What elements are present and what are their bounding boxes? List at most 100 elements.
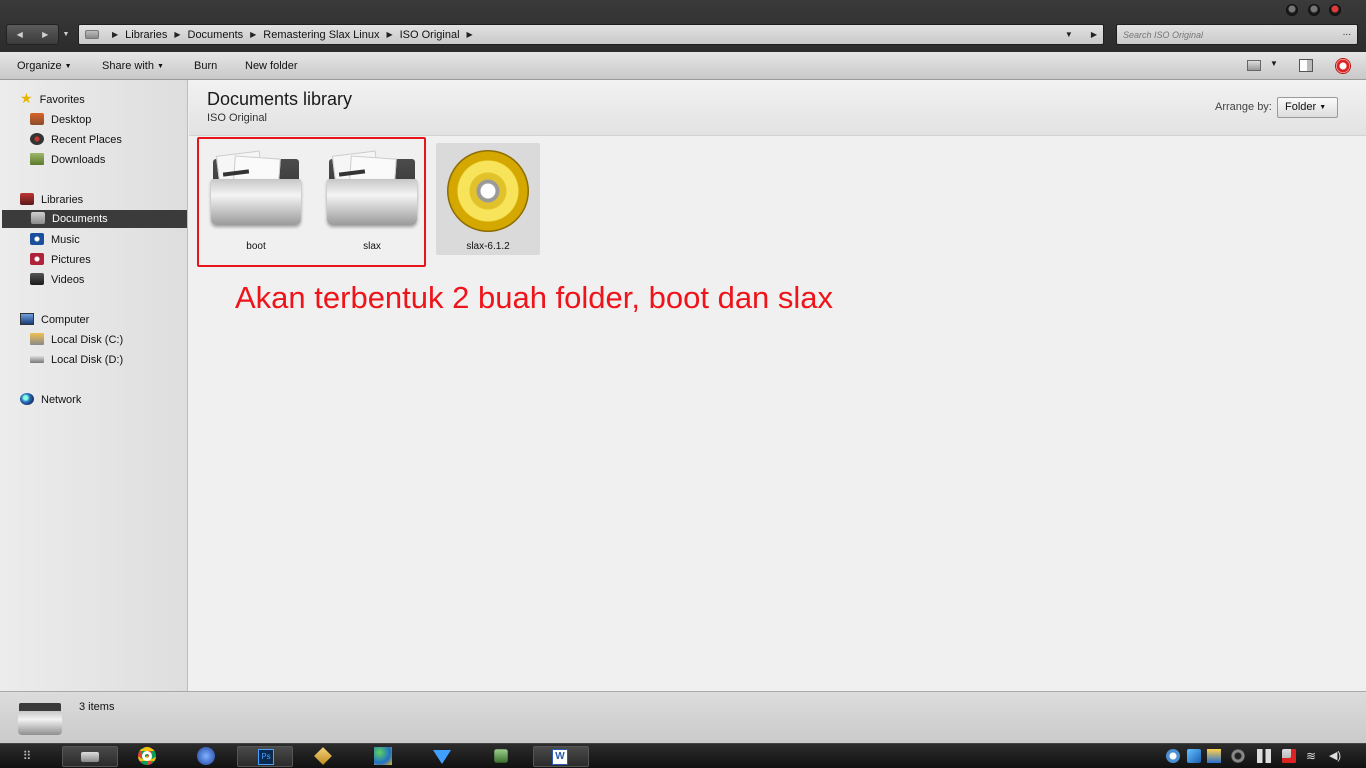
pictures-icon — [30, 253, 44, 265]
drive-icon — [85, 30, 99, 39]
arrange-by-value: Folder — [1285, 101, 1317, 113]
sidebar-item-documents[interactable]: Documents — [2, 210, 187, 228]
sidebar-item-recent-places[interactable]: Recent Places — [30, 131, 122, 149]
breadcrumb-arrow-icon[interactable]: ▶ — [174, 30, 180, 39]
wifi-icon[interactable]: ≋ — [1304, 749, 1318, 763]
sidebar-item-videos[interactable]: Videos — [30, 271, 84, 289]
share-with-button[interactable]: Share with ▼ — [102, 60, 164, 72]
breadcrumb-libraries[interactable]: Libraries — [125, 29, 167, 41]
sidebar-item-local-disk-c[interactable]: Local Disk (C:) — [30, 331, 123, 349]
annotation-highlight-box — [197, 137, 426, 267]
address-dropdown-icon[interactable]: ▼ — [1065, 30, 1073, 39]
taskbar-photoshop[interactable]: Ps — [237, 746, 293, 767]
recent-pages-dropdown-icon[interactable]: ▼ — [61, 24, 71, 45]
arrange-by-dropdown[interactable]: Folder ▼ — [1277, 97, 1338, 118]
chevron-down-icon: ▼ — [1319, 104, 1327, 111]
file-item-slax-iso[interactable]: slax-6.1.2 — [436, 143, 540, 255]
volume-icon[interactable]: ◀) — [1328, 749, 1342, 763]
sidebar-label: Local Disk (D:) — [51, 354, 124, 366]
sidebar-label: Network — [41, 394, 82, 406]
tray-webcam-icon[interactable] — [1231, 749, 1245, 763]
desktop-icon — [30, 113, 44, 125]
new-folder-button[interactable]: New folder — [245, 60, 298, 72]
sidebar-item-computer[interactable]: Computer — [20, 311, 89, 329]
chrome-icon[interactable] — [138, 747, 156, 765]
burn-button[interactable]: Burn — [194, 60, 217, 72]
sidebar-item-libraries[interactable]: Libraries — [20, 191, 83, 209]
sidebar-item-downloads[interactable]: Downloads — [30, 151, 105, 169]
search-input[interactable] — [1117, 25, 1317, 44]
taskbar-word[interactable]: W — [533, 746, 589, 767]
hard-disk-icon — [30, 333, 44, 345]
tray-flag-icon[interactable] — [1282, 749, 1296, 763]
item-count: 3 items — [79, 701, 115, 713]
music-icon — [30, 233, 44, 245]
folder-icon — [18, 701, 62, 735]
search-box[interactable]: ... — [1116, 24, 1358, 45]
paint-icon[interactable] — [374, 747, 392, 765]
sidebar-label: Videos — [51, 274, 85, 286]
breadcrumb-arrow-icon[interactable]: ▶ — [467, 30, 473, 39]
page-title: Documents library — [207, 89, 353, 109]
app-icon[interactable] — [314, 747, 332, 765]
maximize-button[interactable] — [1308, 4, 1320, 16]
help-icon[interactable] — [1335, 58, 1351, 74]
chevron-down-icon: ▼ — [156, 63, 164, 70]
arrange-by-label: Arrange by: — [1215, 101, 1272, 113]
sidebar-item-local-disk-d[interactable]: Local Disk (D:) — [30, 351, 123, 369]
back-arrow-icon[interactable]: ◀ — [7, 25, 33, 44]
close-button[interactable] — [1329, 4, 1341, 16]
sidebar-item-favorites[interactable]: ★ Favorites — [20, 91, 85, 109]
organize-label: Organize — [17, 60, 62, 72]
sidebar-label: Computer — [41, 314, 90, 326]
videos-icon — [30, 273, 44, 285]
navigation-pane: ★ Favorites Desktop Recent Places Downloa… — [0, 80, 188, 691]
sidebar-label: Recent Places — [51, 134, 122, 146]
sidebar-label: Favorites — [39, 94, 85, 106]
command-bar: Organize ▼ Share with ▼ Burn New folder ▼ — [0, 52, 1366, 80]
computer-icon — [20, 313, 34, 325]
tray-device-icon[interactable] — [1257, 749, 1271, 763]
go-arrow-icon[interactable]: ▶ — [1091, 30, 1097, 39]
breadcrumb-arrow-icon[interactable]: ▶ — [250, 30, 256, 39]
search-button[interactable]: ... — [1343, 27, 1351, 38]
breadcrumb-arrow-icon[interactable]: ▶ — [386, 30, 392, 39]
breadcrumb-iso-original[interactable]: ISO Original — [400, 29, 460, 41]
sidebar-item-music[interactable]: Music — [30, 231, 80, 249]
sidebar-label: Pictures — [51, 254, 91, 266]
share-with-label: Share with — [102, 60, 154, 72]
chevron-down-icon: ▼ — [64, 63, 72, 70]
breadcrumb-documents[interactable]: Documents — [188, 29, 244, 41]
change-view-icon[interactable] — [1247, 60, 1261, 71]
forward-arrow-icon[interactable]: ▶ — [33, 25, 59, 44]
annotation-text: Akan terbentuk 2 buah folder, boot dan s… — [235, 280, 834, 315]
star-icon: ★ — [20, 90, 33, 106]
word-icon: W — [552, 749, 568, 765]
sidebar-label: Desktop — [51, 114, 92, 126]
download-icon[interactable] — [433, 750, 451, 764]
view-options-chevron-icon[interactable]: ▼ — [1270, 59, 1278, 68]
tray-app-icon[interactable] — [1166, 749, 1180, 763]
taskbar-explorer[interactable] — [62, 746, 118, 767]
game-icon[interactable] — [494, 749, 508, 763]
browser-icon[interactable] — [197, 747, 215, 765]
sidebar-label: Libraries — [41, 194, 84, 206]
breadcrumb-remastering[interactable]: Remastering Slax Linux — [263, 29, 379, 41]
tray-transfer-icon[interactable] — [1207, 749, 1221, 763]
libraries-icon — [20, 193, 34, 205]
address-actions: ▼ ▶ — [1065, 25, 1097, 44]
sidebar-item-desktop[interactable]: Desktop — [30, 111, 91, 129]
minimize-button[interactable] — [1286, 4, 1298, 16]
tray-sync-icon[interactable] — [1187, 749, 1201, 763]
sidebar-item-network[interactable]: Network — [20, 391, 81, 409]
organize-button[interactable]: Organize ▼ — [17, 60, 72, 72]
details-pane: 3 items — [0, 691, 1366, 743]
preview-pane-icon[interactable] — [1299, 59, 1313, 72]
sidebar-item-pictures[interactable]: Pictures — [30, 251, 91, 269]
address-bar[interactable]: ▶ Libraries ▶ Documents ▶ Remastering Sl… — [78, 24, 1104, 45]
downloads-icon — [30, 153, 44, 165]
title-bar: ◀ ▶ ▼ ▶ Libraries ▶ Documents ▶ Remaster… — [0, 0, 1366, 52]
breadcrumb-arrow-icon[interactable]: ▶ — [112, 30, 118, 39]
start-grid-icon[interactable]: ⠿ — [18, 747, 36, 765]
taskbar: ⠿ Ps W ≋ ◀) — [0, 743, 1366, 768]
